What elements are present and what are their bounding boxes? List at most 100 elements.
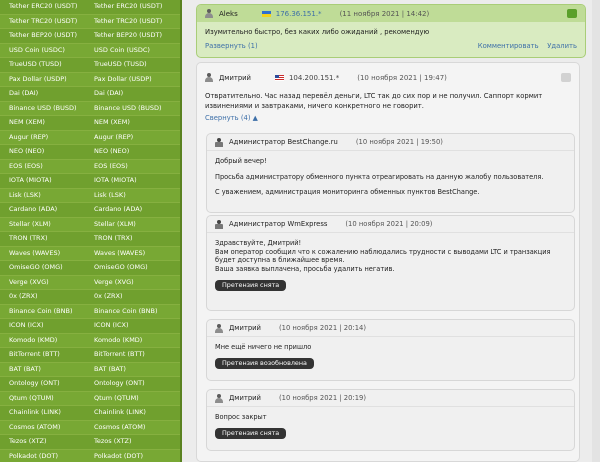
give-currency[interactable]: Lisk (LSK) (0, 188, 86, 202)
give-currency[interactable]: ICON (ICX) (0, 319, 86, 333)
get-currency[interactable]: IOTA (MIOTA) (86, 174, 180, 188)
currency-row: Ontology (ONT) Ontology (ONT) (0, 377, 180, 392)
thumbs-down-icon[interactable] (561, 73, 571, 82)
give-currency[interactable]: TrueUSD (TUSD) (0, 58, 86, 72)
get-currency[interactable]: Stellar (XLM) (86, 217, 180, 231)
currency-row: TrueUSD (TUSD) TrueUSD (TUSD) (0, 58, 180, 73)
give-currency[interactable]: Ontology (ONT) (0, 377, 86, 391)
get-currency[interactable]: Binance USD (BUSD) (86, 101, 180, 115)
give-currency[interactable]: OmiseGO (OMG) (0, 261, 86, 275)
get-currency[interactable]: Augur (REP) (86, 130, 180, 144)
give-currency[interactable]: Tether ERC20 (USDT) (0, 0, 86, 14)
get-currency[interactable]: Tether BEP20 (USDT) (86, 29, 180, 43)
give-currency[interactable]: Cosmos (ATOM) (0, 420, 86, 434)
reply-date: (10 ноября 2021 | 20:14) (278, 324, 367, 332)
currency-row: USD Coin (USDC) USD Coin (USDC) (0, 43, 180, 58)
give-currency[interactable]: Waves (WAVES) (0, 246, 86, 260)
currency-row: Dai (DAI) Dai (DAI) (0, 87, 180, 102)
collapse-label: Свернуть (4) (205, 114, 251, 122)
get-currency[interactable]: Tether TRC20 (USDT) (86, 14, 180, 28)
get-currency[interactable]: USD Coin (USDC) (86, 43, 180, 57)
reply-date: (10 ноября 2021 | 20:19) (278, 394, 367, 402)
get-currency[interactable]: NEM (XEM) (86, 116, 180, 130)
give-currency[interactable]: Chainlink (LINK) (0, 406, 86, 420)
get-currency[interactable]: BAT (BAT) (86, 362, 180, 376)
currency-row: Cosmos (ATOM) Cosmos (ATOM) (0, 420, 180, 435)
get-currency[interactable]: Lisk (LSK) (86, 188, 180, 202)
reply-card: Дмитрий (10 ноября 2021 | 20:19) Вопрос за… (206, 389, 575, 451)
give-currency[interactable]: USD Coin (USDC) (0, 43, 86, 57)
review-card-aleks: Aleks 176.36.151.* (11 ноября 2021 | 14:… (196, 4, 586, 58)
thumbs-up-icon[interactable] (567, 9, 577, 18)
collapse-link[interactable]: Свернуть (4) ▲ (197, 114, 579, 122)
get-currency[interactable]: OmiseGO (OMG) (86, 261, 180, 275)
give-currency[interactable]: IOTA (MIOTA) (0, 174, 86, 188)
get-currency[interactable]: Tezos (XTZ) (86, 435, 180, 449)
give-currency[interactable]: Binance USD (BUSD) (0, 101, 86, 115)
give-currency[interactable]: Tether BEP20 (USDT) (0, 29, 86, 43)
currency-row: Tezos (XTZ) Tezos (XTZ) (0, 435, 180, 450)
get-currency[interactable]: Dai (DAI) (86, 87, 180, 101)
get-currency[interactable]: TRON (TRX) (86, 232, 180, 246)
reply-text: Мне ещё ничего не пришло (215, 343, 312, 351)
admin-icon (215, 137, 223, 147)
currency-row: Pax Dollar (USDP) Pax Dollar (USDP) (0, 72, 180, 87)
expand-link[interactable]: Развернуть (1) (205, 42, 258, 50)
reply-date: (10 ноября 2021 | 19:50) (355, 138, 443, 146)
get-currency[interactable]: Pax Dollar (USDP) (86, 72, 180, 86)
give-currency[interactable]: Stellar (XLM) (0, 217, 86, 231)
give-currency[interactable]: Qtum (QTUM) (0, 391, 86, 405)
reply-header: Администратор BestChange.ru (10 ноября 20… (207, 134, 574, 151)
give-currency[interactable]: Tether TRC20 (USDT) (0, 14, 86, 28)
get-currency[interactable]: Ontology (ONT) (86, 377, 180, 391)
get-currency[interactable]: NEO (NEO) (86, 145, 180, 159)
get-currency[interactable]: Chainlink (LINK) (86, 406, 180, 420)
give-currency[interactable]: Binance Coin (BNB) (0, 304, 86, 318)
give-currency[interactable]: Tezos (XTZ) (0, 435, 86, 449)
currency-row: NEM (XEM) NEM (XEM) (0, 116, 180, 131)
admin-icon (215, 219, 223, 229)
give-currency[interactable]: Polkadot (DOT) (0, 449, 86, 462)
get-currency[interactable]: Polkadot (DOT) (86, 449, 180, 462)
get-currency[interactable]: Verge (XVG) (86, 275, 180, 289)
give-currency[interactable]: TRON (TRX) (0, 232, 86, 246)
give-currency[interactable]: 0x (ZRX) (0, 290, 86, 304)
get-currency[interactable]: Binance Coin (BNB) (86, 304, 180, 318)
give-currency[interactable]: NEO (NEO) (0, 145, 86, 159)
give-currency[interactable]: Augur (REP) (0, 130, 86, 144)
reply-header: Дмитрий (10 ноября 2021 | 20:14) (207, 320, 574, 337)
get-currency[interactable]: Qtum (QTUM) (86, 391, 180, 405)
get-currency[interactable]: TrueUSD (TUSD) (86, 58, 180, 72)
review-footer: Развернуть (1) Комментировать Удалить (197, 42, 585, 50)
review-header: Дмитрий 104.200.151.* (10 ноября 2021 | … (197, 69, 579, 86)
delete-link[interactable]: Удалить (547, 42, 577, 50)
get-currency[interactable]: Cardano (ADA) (86, 203, 180, 217)
give-currency[interactable]: BitTorrent (BTT) (0, 348, 86, 362)
get-currency[interactable]: Komodo (KMD) (86, 333, 180, 347)
give-currency[interactable]: Komodo (KMD) (0, 333, 86, 347)
get-currency[interactable]: ICON (ICX) (86, 319, 180, 333)
currency-row: Cardano (ADA) Cardano (ADA) (0, 203, 180, 218)
give-currency[interactable]: Dai (DAI) (0, 87, 86, 101)
reply-body: Здравствуйте, Дмитрий! Вам оператор сооб… (207, 233, 574, 297)
claim-status-badge: Претензия снята (215, 427, 287, 439)
get-currency[interactable]: Waves (WAVES) (86, 246, 180, 260)
get-currency[interactable]: EOS (EOS) (86, 159, 180, 173)
give-currency[interactable]: NEM (XEM) (0, 116, 86, 130)
give-currency[interactable]: Verge (XVG) (0, 275, 86, 289)
reply-text: Вопрос закрыт (215, 413, 267, 421)
get-currency[interactable]: Cosmos (ATOM) (86, 420, 180, 434)
give-currency[interactable]: Pax Dollar (USDP) (0, 72, 86, 86)
review-card-dmitry: Дмитрий 104.200.151.* (10 ноября 2021 | … (196, 62, 580, 462)
give-currency[interactable]: EOS (EOS) (0, 159, 86, 173)
get-currency[interactable]: BitTorrent (BTT) (86, 348, 180, 362)
give-currency[interactable]: Cardano (ADA) (0, 203, 86, 217)
get-currency[interactable]: Tether ERC20 (USDT) (86, 0, 180, 14)
give-currency[interactable]: BAT (BAT) (0, 362, 86, 376)
claim-status-badge: Претензия возобновлена (215, 357, 314, 369)
scrollbar[interactable] (592, 0, 600, 462)
currency-row: Stellar (XLM) Stellar (XLM) (0, 217, 180, 232)
comment-link[interactable]: Комментировать (478, 42, 539, 50)
get-currency[interactable]: 0x (ZRX) (86, 290, 180, 304)
currency-row: Qtum (QTUM) Qtum (QTUM) (0, 391, 180, 406)
